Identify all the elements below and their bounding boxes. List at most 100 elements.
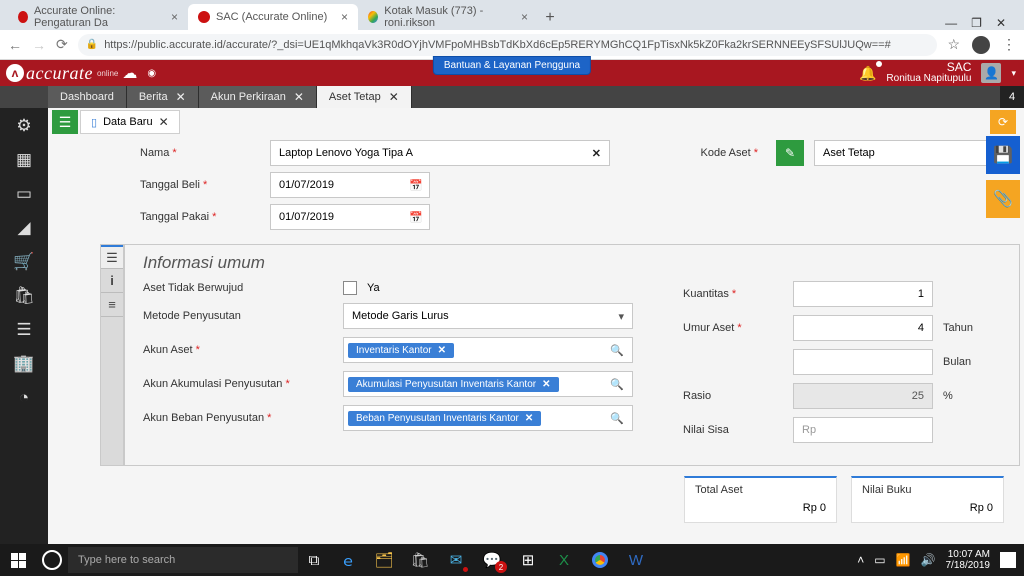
tab-akun-perkiraan[interactable]: Akun Perkiraan✕ xyxy=(199,86,317,108)
search-icon[interactable]: 🔍 xyxy=(610,378,624,391)
aset-tetap-dropdown[interactable]: Aset Tetap ▾ xyxy=(814,140,1012,166)
book-icon[interactable]: ▭ xyxy=(14,184,34,204)
attach-button[interactable]: 📎 xyxy=(986,180,1020,218)
archive-icon[interactable]: ☰ xyxy=(14,320,34,340)
url-input[interactable]: 🔒 https://public.accurate.id/accurate/?_… xyxy=(78,34,938,56)
battery-icon[interactable]: ▭ xyxy=(874,553,885,567)
start-button[interactable] xyxy=(0,553,36,568)
notification-icon[interactable] xyxy=(1000,552,1016,568)
cortana-icon[interactable] xyxy=(36,550,68,570)
save-button[interactable]: 💾 xyxy=(986,136,1020,174)
messenger-icon[interactable]: 💬2 xyxy=(474,544,510,576)
vtab-general[interactable]: ☰ xyxy=(101,245,123,269)
new-tab-button[interactable]: + xyxy=(538,6,562,30)
browser-tab[interactable]: SAC (Accurate Online) × xyxy=(188,4,358,30)
chip-close-icon: ✕ xyxy=(525,413,533,424)
close-icon[interactable]: × xyxy=(341,10,348,24)
browser-tab[interactable]: Accurate Online: Pengaturan Da × xyxy=(8,4,188,30)
aset-tidak-berwujud-checkbox[interactable] xyxy=(343,281,357,295)
akun-akumulasi-chip[interactable]: Akumulasi Penyusutan Inventaris Kantor✕ xyxy=(348,377,559,392)
volume-icon[interactable]: 🔊 xyxy=(921,553,936,567)
nama-input[interactable]: Laptop Lenovo Yoga Tipa A ✕ xyxy=(270,140,610,166)
building-icon[interactable]: 🏢 xyxy=(14,354,34,374)
store-icon[interactable]: 🛍 xyxy=(402,544,438,576)
akun-aset-chip[interactable]: Inventaris Kantor✕ xyxy=(348,343,454,358)
word-icon[interactable]: W xyxy=(618,544,654,576)
brand-text: accurate xyxy=(26,63,93,84)
user-avatar[interactable]: 👤 xyxy=(981,63,1001,83)
reload-icon[interactable]: ⟳ xyxy=(56,36,68,53)
clear-icon[interactable]: ✕ xyxy=(592,147,601,160)
tab-dashboard[interactable]: Dashboard xyxy=(48,86,127,108)
explorer-icon[interactable]: 🗂 xyxy=(366,544,402,576)
refresh-button[interactable]: ⟳ xyxy=(990,110,1016,134)
tab-label: Accurate Online: Pengaturan Da xyxy=(34,5,165,29)
settings-icon[interactable]: ⊞ xyxy=(510,544,546,576)
calendar-icon[interactable]: 📅 xyxy=(409,179,423,192)
edge-icon[interactable]: ｅ xyxy=(330,544,366,576)
close-icon[interactable]: × xyxy=(171,10,178,24)
star-icon[interactable]: ☆ xyxy=(947,36,960,54)
umur-bulan-input[interactable] xyxy=(793,349,933,375)
help-button[interactable]: Bantuan & Layanan Pengguna xyxy=(433,56,591,75)
taskbar-search[interactable]: Type here to search xyxy=(68,547,298,573)
close-icon[interactable]: ✕ xyxy=(159,115,169,129)
tanggal-pakai-input[interactable]: 01/07/2019 📅 xyxy=(270,204,430,230)
mail-icon[interactable]: ✉ xyxy=(438,544,474,576)
grid-icon[interactable]: ▦ xyxy=(14,150,34,170)
menu-icon[interactable]: ⋮ xyxy=(1002,36,1016,54)
browser-tab[interactable]: Kotak Masuk (773) - roni.rikson × xyxy=(358,4,538,30)
kuantitas-input[interactable]: 1 xyxy=(793,281,933,307)
edit-kode-button[interactable]: ✎ xyxy=(776,140,804,166)
record-icon[interactable]: ◉ xyxy=(147,68,156,79)
tab-aset-tetap[interactable]: Aset Tetap✕ xyxy=(317,86,412,108)
search-icon[interactable]: 🔍 xyxy=(610,412,624,425)
tanggal-pakai-label: Tanggal Pakai xyxy=(140,211,260,223)
tray-up-icon[interactable]: ˄ xyxy=(857,553,864,567)
tab-label: Kotak Masuk (773) - roni.rikson xyxy=(384,5,515,29)
vtab-ledger[interactable]: ≡ xyxy=(101,293,123,317)
bell-icon[interactable]: 🔔 xyxy=(859,65,876,82)
task-view-icon[interactable]: ⧉ xyxy=(298,552,330,569)
tab-counter[interactable]: 4 xyxy=(1000,86,1024,108)
akun-aset-input[interactable]: Inventaris Kantor✕ 🔍 xyxy=(343,337,633,363)
favicon xyxy=(368,11,378,23)
dropdown-icon[interactable]: ▾ xyxy=(1011,68,1016,79)
close-icon[interactable]: ✕ xyxy=(294,90,304,104)
metode-penyusutan-dropdown[interactable]: Metode Garis Lurus ▾ xyxy=(343,303,633,329)
akun-beban-chip[interactable]: Beban Penyusutan Inventaris Kantor✕ xyxy=(348,411,541,426)
search-icon[interactable]: 🔍 xyxy=(610,344,624,357)
close-icon[interactable]: ✕ xyxy=(389,90,399,104)
akun-akumulasi-input[interactable]: Akumulasi Penyusutan Inventaris Kantor✕ … xyxy=(343,371,633,397)
forward-icon[interactable]: → xyxy=(32,37,46,53)
calendar-icon[interactable]: 📅 xyxy=(409,211,423,224)
subtab-data-baru[interactable]: ▯ Data Baru ✕ xyxy=(80,110,180,134)
metode-penyusutan-label: Metode Penyusutan xyxy=(143,310,333,322)
gear-icon[interactable]: ⚙ xyxy=(14,116,34,136)
wifi-icon[interactable]: 📶 xyxy=(896,553,911,567)
bag-icon[interactable]: 🛍 xyxy=(14,286,34,306)
akun-beban-input[interactable]: Beban Penyusutan Inventaris Kantor✕ 🔍 xyxy=(343,405,633,431)
vtab-info[interactable]: i xyxy=(101,269,123,293)
bulan-suffix: Bulan xyxy=(943,356,971,368)
cart-icon[interactable]: 🛒 xyxy=(14,252,34,272)
brand-subtext: online xyxy=(97,69,118,78)
wallet-icon[interactable]: ◢ xyxy=(14,218,34,238)
taskbar-clock[interactable]: 10:07 AM 7/18/2019 xyxy=(946,549,991,571)
tab-berita[interactable]: Berita✕ xyxy=(127,86,199,108)
tanggal-beli-input[interactable]: 01/07/2019 📅 xyxy=(270,172,430,198)
umur-tahun-input[interactable]: 4 xyxy=(793,315,933,341)
chrome-icon[interactable] xyxy=(582,544,618,576)
list-view-button[interactable]: ☰ xyxy=(52,110,78,134)
excel-icon[interactable]: X xyxy=(546,544,582,576)
total-aset-card: Total Aset Rp 0 xyxy=(684,476,837,523)
chart-icon[interactable]: ◔ xyxy=(14,388,34,408)
close-icon[interactable]: ✕ xyxy=(996,16,1006,30)
profile-avatar[interactable] xyxy=(972,36,990,54)
close-icon[interactable]: × xyxy=(521,10,528,24)
back-icon[interactable]: ← xyxy=(8,37,22,53)
minimize-icon[interactable]: — xyxy=(945,16,957,30)
close-icon[interactable]: ✕ xyxy=(176,90,186,104)
nilai-sisa-input[interactable]: Rp xyxy=(793,417,933,443)
maximize-icon[interactable]: ❐ xyxy=(971,16,982,30)
